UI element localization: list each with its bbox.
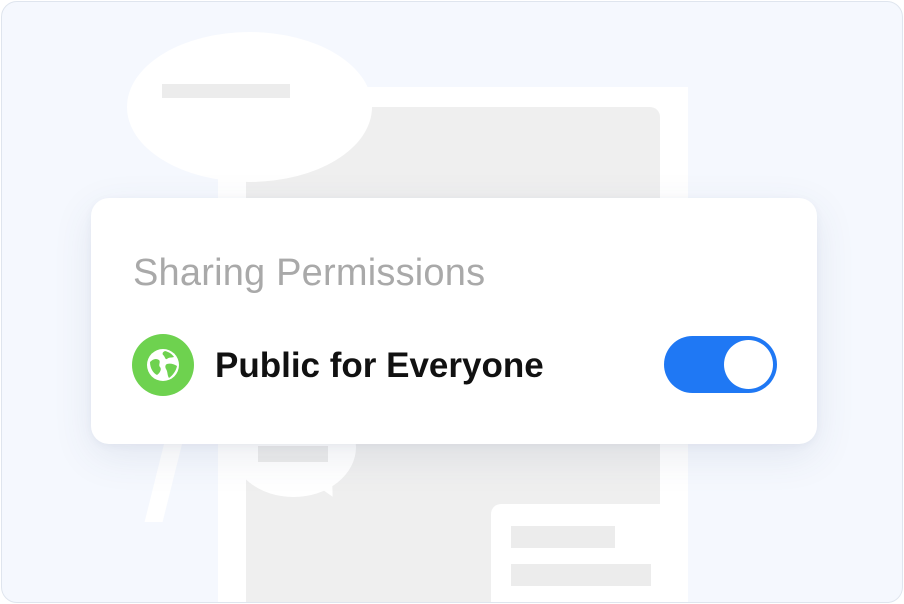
placeholder-text-bar	[511, 526, 615, 548]
speech-bubble-top	[127, 32, 372, 182]
public-permission-label: Public for Everyone	[215, 346, 544, 385]
placeholder-text-bar	[258, 446, 328, 462]
placeholder-mini-card	[491, 504, 671, 602]
illustration-frame: Sharing Permissions Public for Everyone	[1, 1, 903, 603]
toggle-knob[interactable]	[724, 340, 773, 389]
globe-icon	[132, 334, 194, 396]
placeholder-text-bar	[162, 84, 290, 98]
public-access-toggle[interactable]	[664, 336, 777, 393]
card-title: Sharing Permissions	[133, 252, 486, 294]
public-permission-row: Public for Everyone	[132, 334, 777, 396]
sharing-permissions-card: Sharing Permissions Public for Everyone	[91, 198, 817, 444]
placeholder-text-bar	[511, 564, 651, 586]
